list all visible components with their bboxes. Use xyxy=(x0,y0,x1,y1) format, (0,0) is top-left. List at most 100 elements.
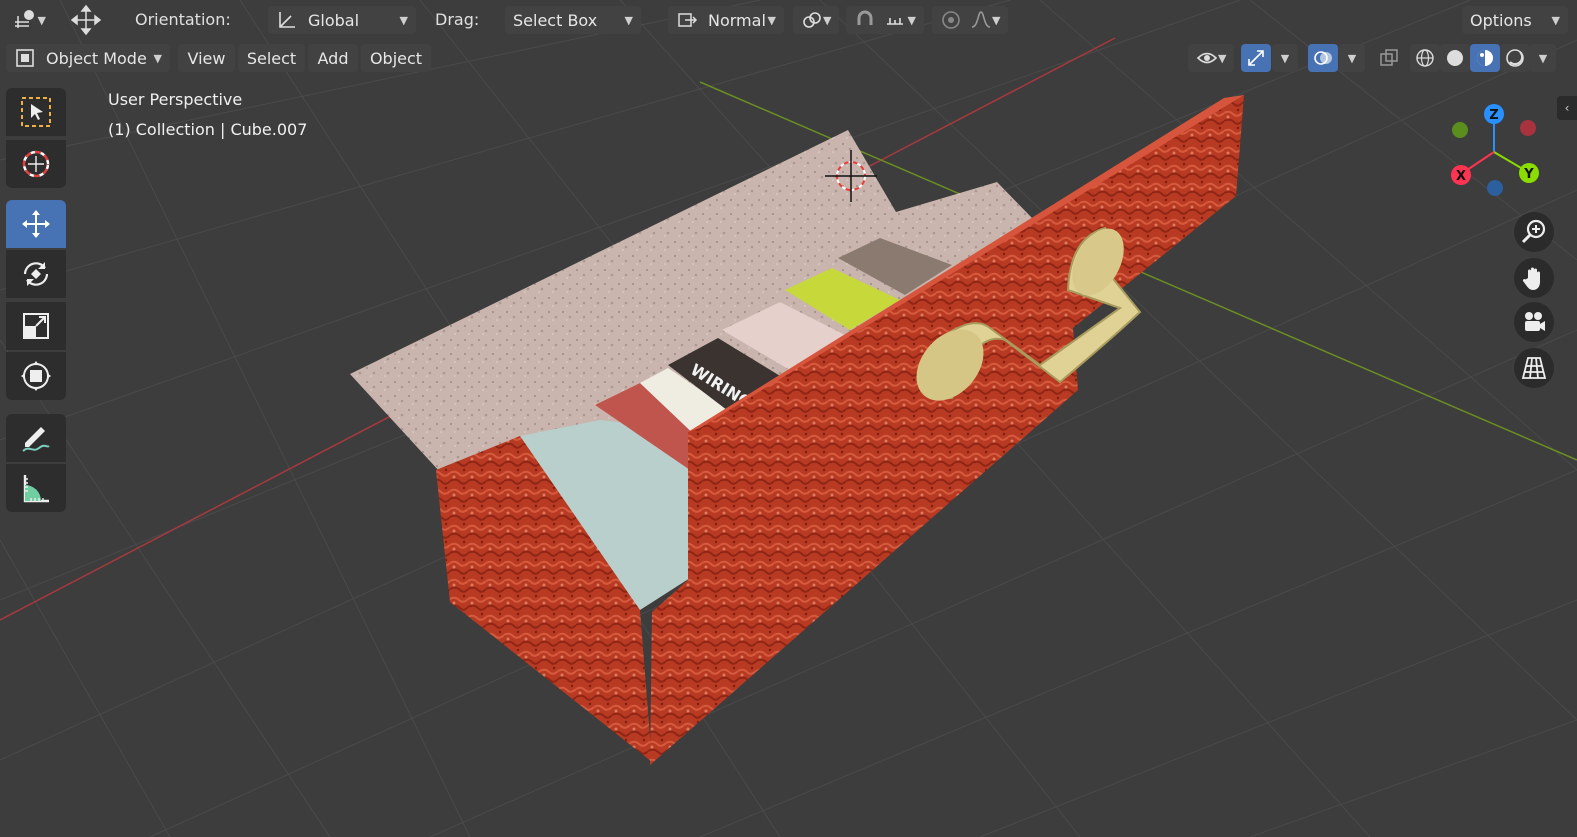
chevron-down-icon: ▼ xyxy=(153,51,162,65)
sidebar-toggle-icon[interactable]: ‹ xyxy=(1557,96,1577,120)
pivot-value: Normal xyxy=(708,10,766,30)
gizmo-neg-y[interactable] xyxy=(1452,122,1468,138)
chevron-down-icon: ▼ xyxy=(767,13,776,27)
perspective-toggle-button[interactable] xyxy=(1514,348,1554,388)
gizmo-dropdown[interactable]: ▼ xyxy=(1272,44,1298,72)
gizmo-x-label: X xyxy=(1456,169,1466,184)
menu-select[interactable]: Select xyxy=(238,44,305,72)
snap-button[interactable]: ▼ xyxy=(846,6,924,34)
drag-value: Select Box xyxy=(513,10,598,30)
pivot-icon xyxy=(12,8,36,32)
camera-icon xyxy=(1520,308,1548,336)
rotate-icon xyxy=(19,257,53,291)
select-box-icon xyxy=(19,95,53,129)
menu-object-label: Object xyxy=(369,48,423,68)
mode-dropdown[interactable]: Object Mode ▼ xyxy=(6,44,170,72)
xray-icon xyxy=(1378,47,1400,69)
zoom-magnifier-icon xyxy=(1520,218,1548,246)
chevron-down-icon: ▼ xyxy=(1551,13,1560,27)
chevron-down-icon: ▼ xyxy=(907,13,916,27)
tool-scale[interactable] xyxy=(6,302,66,350)
shading-solid-button[interactable] xyxy=(1440,44,1470,72)
menu-add[interactable]: Add xyxy=(308,44,358,72)
annotate-pencil-icon xyxy=(19,421,53,455)
options-dropdown[interactable]: Options ▼ xyxy=(1462,6,1568,34)
cursor-icon xyxy=(19,147,53,181)
tool-rotate[interactable] xyxy=(6,250,66,298)
orientation-label: Orientation: xyxy=(135,10,231,29)
menu-object[interactable]: Object xyxy=(361,44,431,72)
gizmo-z-label: Z xyxy=(1489,108,1498,123)
move-icon xyxy=(19,207,53,241)
menu-view-label: View xyxy=(187,48,226,68)
orientation-value: Global xyxy=(308,10,360,30)
tool-move[interactable] xyxy=(6,200,66,248)
pivot-point-dropdown[interactable]: Normal ▼ xyxy=(668,6,784,34)
shading-wireframe-button[interactable] xyxy=(1410,44,1440,72)
gizmo-icon xyxy=(1245,47,1267,69)
chevron-down-icon: ▼ xyxy=(1218,51,1227,65)
material-sphere-icon xyxy=(1474,47,1496,69)
proportional-editing-icon xyxy=(940,9,962,31)
camera-view-button[interactable] xyxy=(1514,302,1554,342)
mode-value: Object Mode xyxy=(46,48,147,68)
xray-button[interactable] xyxy=(1374,44,1404,72)
scale-icon xyxy=(19,309,53,343)
link-icon xyxy=(801,9,823,31)
shading-rendered-button[interactable] xyxy=(1500,44,1530,72)
perspective-grid-icon xyxy=(1520,354,1548,382)
hand-icon xyxy=(1520,264,1548,292)
rendered-sphere-icon xyxy=(1504,47,1526,69)
move-gizmo-icon[interactable] xyxy=(66,4,106,36)
options-label: Options xyxy=(1470,10,1532,30)
tool-annotate[interactable] xyxy=(6,414,66,462)
chevron-down-icon: ▼ xyxy=(1347,51,1357,65)
solid-sphere-icon xyxy=(1444,47,1466,69)
viewport-collection-label: (1) Collection | Cube.007 xyxy=(108,120,308,139)
tool-measure[interactable] xyxy=(6,464,66,512)
visibility-button[interactable]: ▼ xyxy=(1188,44,1234,72)
wireframe-sphere-icon xyxy=(1414,47,1436,69)
snap-target-button[interactable]: ▼ xyxy=(793,6,839,34)
drag-dropdown[interactable]: Select Box ▼ xyxy=(505,6,641,34)
overlays-toggle-button[interactable] xyxy=(1308,44,1338,72)
transform-icon xyxy=(19,359,53,393)
chevron-down-icon: ▼ xyxy=(1280,51,1290,65)
transform-pivot-button[interactable]: ▼ xyxy=(4,6,54,34)
overlays-icon xyxy=(1312,47,1334,69)
chevron-down-icon: ▼ xyxy=(992,13,1001,27)
tool-header: ▼ Orientation: Global ▼ Drag: Select Box… xyxy=(0,0,1577,40)
toolbox-model[interactable]: WIRING xyxy=(350,95,1244,765)
snap-increment-icon xyxy=(884,9,906,31)
gizmo-neg-z[interactable] xyxy=(1487,180,1503,196)
tool-transform[interactable] xyxy=(6,352,66,400)
navigation-gizmo[interactable]: Z Y X xyxy=(1451,104,1539,196)
chevron-down-icon: ▼ xyxy=(399,13,408,27)
tool-cursor[interactable] xyxy=(6,140,66,188)
shading-dropdown[interactable]: ▼ xyxy=(1530,44,1556,72)
tool-select-box[interactable] xyxy=(6,88,66,136)
magnet-icon xyxy=(854,9,876,31)
menu-view[interactable]: View xyxy=(178,44,235,72)
gizmo-toggle-button[interactable] xyxy=(1241,44,1271,72)
overlays-dropdown[interactable]: ▼ xyxy=(1339,44,1365,72)
proportional-editing-button[interactable]: ▼ xyxy=(932,6,1008,34)
chevron-down-icon: ▼ xyxy=(624,13,633,27)
viewport-perspective-label: User Perspective xyxy=(108,90,243,109)
zoom-button[interactable] xyxy=(1514,212,1554,252)
chevron-down-icon: ▼ xyxy=(37,13,46,27)
pan-button[interactable] xyxy=(1514,258,1554,298)
chevron-down-icon: ▼ xyxy=(823,13,832,27)
object-mode-icon xyxy=(14,47,36,69)
drag-label: Drag: xyxy=(435,10,480,29)
orientation-dropdown[interactable]: Global ▼ xyxy=(268,6,416,34)
gizmo-y-label: Y xyxy=(1523,167,1534,182)
menu-select-label: Select xyxy=(246,48,297,68)
eye-icon xyxy=(1196,47,1218,69)
shading-material-button[interactable] xyxy=(1470,44,1500,72)
pivot-point-icon xyxy=(676,9,698,31)
orientation-axes-icon xyxy=(276,9,298,31)
measure-ruler-icon xyxy=(19,471,53,505)
falloff-curve-icon xyxy=(970,9,992,31)
gizmo-neg-x[interactable] xyxy=(1520,120,1536,136)
